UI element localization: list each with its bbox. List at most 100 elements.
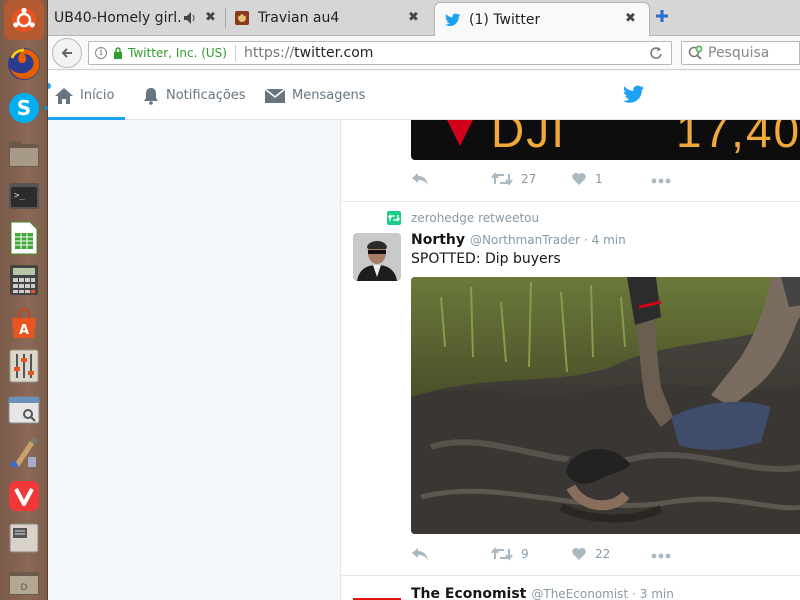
search-input[interactable]: Pesquisa (708, 45, 769, 61)
more-button[interactable] (651, 553, 671, 559)
svg-text:>_: >_ (14, 191, 25, 201)
retweeted-by[interactable]: zerohedge retweetou (411, 211, 539, 225)
nav-messages[interactable]: Mensagens (264, 71, 365, 120)
author-name[interactable]: The Economist (411, 586, 526, 600)
travian-icon (234, 10, 250, 26)
back-button[interactable] (52, 38, 82, 68)
nav-home[interactable]: Início (54, 71, 114, 120)
running-indicator (44, 106, 48, 110)
paint-brush-icon[interactable] (4, 432, 44, 472)
ubuntu-dash-icon[interactable] (4, 0, 44, 40)
like-button[interactable]: 1 (571, 172, 603, 186)
lock-icon (113, 47, 123, 59)
tweet-time[interactable]: · 3 min (632, 587, 674, 600)
software-center-icon[interactable]: A (4, 304, 44, 344)
nav-notifications-label: Notificações (166, 88, 246, 103)
close-icon[interactable]: ✖ (205, 10, 216, 25)
retweet-badge-icon (387, 211, 401, 225)
system-settings-icon[interactable] (4, 346, 44, 386)
url-bar[interactable]: i Twitter, Inc. (US) https:// twitter.co… (88, 41, 672, 65)
system-tool-icon[interactable] (4, 390, 44, 430)
search-bar[interactable]: Pesquisa (681, 41, 800, 65)
like-count: 1 (595, 172, 603, 186)
tweet-time[interactable]: · 4 min (584, 233, 626, 247)
heart-icon (572, 548, 586, 560)
calculator-icon[interactable] (4, 260, 44, 300)
more-dots-icon (651, 553, 671, 559)
tweet-media-image[interactable] (411, 277, 800, 534)
reply-button[interactable] (411, 547, 429, 561)
bell-icon (142, 87, 166, 105)
svg-text:S: S (17, 96, 31, 120)
more-dots-icon (651, 178, 671, 184)
avatar[interactable] (353, 233, 401, 281)
reply-button[interactable] (411, 172, 429, 186)
tweet-media-image[interactable]: DJI 17,40 (411, 120, 800, 160)
ticker-symbol: DJI (491, 120, 566, 157)
retweet-context: zerohedge retweetou (387, 211, 539, 225)
skype-icon[interactable]: S (4, 88, 44, 128)
url-scheme: https:// (243, 45, 295, 61)
svg-text:A: A (19, 323, 29, 338)
tweet-text: SPOTTED: Dip buyers (411, 251, 561, 267)
like-count: 22 (595, 547, 611, 561)
tweet[interactable]: DJI 17,40 27 1 (341, 120, 800, 200)
new-tab-button[interactable] (654, 8, 674, 28)
retweet-button[interactable]: 27 (491, 172, 536, 186)
nav-notifications[interactable]: Notificações (142, 71, 246, 120)
author-handle[interactable]: @NorthmanTrader (470, 233, 580, 247)
url-host: twitter.com (294, 45, 374, 61)
close-icon[interactable]: ✖ (625, 11, 636, 26)
tab-separator (225, 8, 226, 28)
info-icon[interactable]: i (95, 47, 107, 59)
url-divider (234, 45, 236, 61)
down-arrow-icon (447, 120, 473, 146)
author-handle[interactable]: @TheEconomist (531, 587, 628, 600)
unity-launcher: S >_ A D (0, 0, 48, 600)
site-identity[interactable]: Twitter, Inc. (US) (128, 46, 227, 60)
nav-messages-label: Mensagens (292, 88, 366, 103)
tweet-actions: 9 22 (411, 547, 671, 567)
tab-travian[interactable]: Travian au4 ✖ (228, 0, 432, 36)
tab-title: (1) Twitter (469, 12, 541, 28)
tweet[interactable]: zerohedge retweetou Northy @NorthmanTrad… (341, 202, 800, 574)
close-icon[interactable]: ✖ (408, 10, 419, 25)
retweet-icon (491, 547, 513, 561)
retweet-button[interactable]: 9 (491, 547, 529, 561)
tweet-header: The Economist @TheEconomist · 3 min (411, 586, 674, 600)
timeline-stream: DJI 17,40 27 1 zerohedge retweetou North… (340, 120, 800, 600)
tweet-header: Northy @NorthmanTrader · 4 min (411, 232, 626, 248)
retweet-icon (491, 172, 513, 186)
nav-home-label: Início (80, 88, 115, 103)
vivaldi-icon[interactable] (4, 476, 44, 516)
libreoffice-calc-icon[interactable] (4, 218, 44, 258)
reply-icon (412, 548, 428, 560)
twitter-header: Início Notificações Mensagens (45, 71, 800, 120)
reply-icon (412, 173, 428, 185)
tab-title: Travian au4 (258, 10, 340, 26)
tab-twitter[interactable]: (1) Twitter ✖ (434, 2, 650, 37)
tab-title: UB40-Homely girl... (54, 10, 182, 26)
reload-icon[interactable] (649, 46, 663, 64)
folder-icon[interactable]: D (4, 562, 44, 600)
home-icon (54, 87, 80, 105)
files-icon[interactable] (4, 134, 44, 174)
more-button[interactable] (651, 178, 671, 184)
speaker-icon[interactable] (183, 11, 197, 29)
twitter-bird-icon (445, 13, 461, 27)
terminal-icon[interactable]: >_ (4, 176, 44, 216)
browser-nav-bar: i Twitter, Inc. (US) https:// twitter.co… (48, 36, 800, 70)
browser-tab-bar: UB40-Homely girl... ✖ Travian au4 ✖ (1) … (48, 0, 800, 37)
retweet-count: 27 (521, 172, 537, 186)
retweet-count: 9 (521, 547, 529, 561)
ticker-value: 17,40 (676, 120, 800, 157)
author-name[interactable]: Northy (411, 232, 465, 248)
search-engine-icon[interactable] (688, 45, 704, 61)
firefox-icon[interactable] (4, 44, 44, 84)
tweet[interactable]: The Economist @TheEconomist · 3 min (341, 576, 800, 600)
window-app-icon[interactable] (4, 518, 44, 558)
like-button[interactable]: 22 (571, 547, 610, 561)
twitter-logo-icon[interactable] (623, 85, 645, 108)
tab-youtube[interactable]: UB40-Homely girl... ✖ (48, 0, 224, 36)
dashboard-left-column (48, 120, 340, 600)
